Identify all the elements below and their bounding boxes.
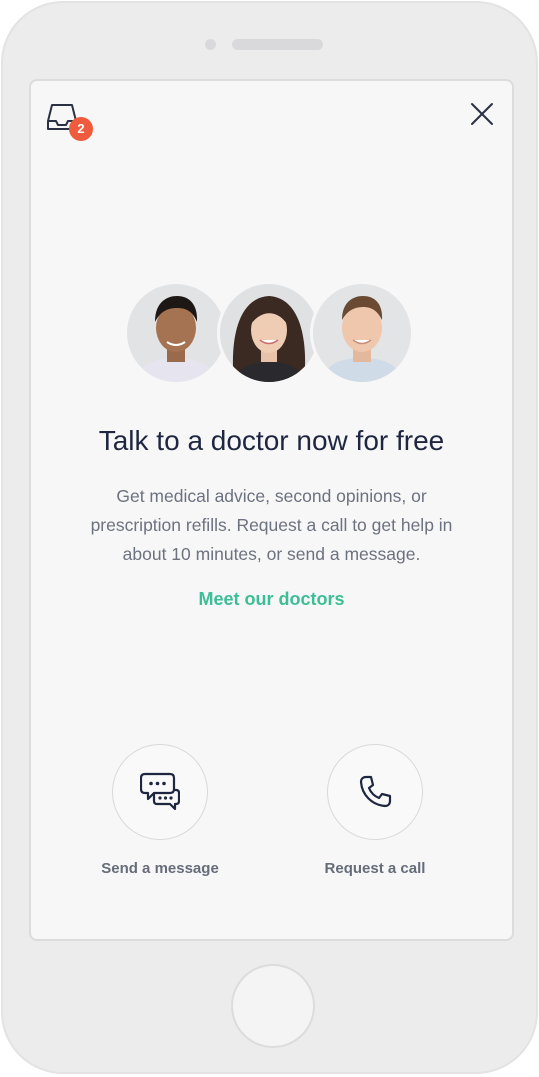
- request-call-button[interactable]: [327, 744, 423, 840]
- doctor-avatar: [217, 281, 321, 385]
- send-message-button[interactable]: [112, 744, 208, 840]
- doctor-avatar: [124, 281, 228, 385]
- send-message-label[interactable]: Send a message: [90, 860, 230, 877]
- close-icon: [471, 103, 493, 125]
- phone-icon: [359, 775, 392, 808]
- request-call-action: Request a call: [305, 744, 445, 877]
- doctor-avatar: [310, 281, 414, 385]
- page-description: Get medical advice, second opinions, or …: [90, 486, 453, 564]
- phone-frame: 2 Talk to a doctor now for free Get medi…: [1, 1, 538, 1074]
- meet-doctors-link[interactable]: Meet our doctors: [31, 589, 512, 610]
- doctor-avatars: [31, 281, 512, 385]
- speaker-grille: [232, 39, 323, 50]
- close-button[interactable]: [469, 101, 495, 131]
- home-button[interactable]: [231, 964, 315, 1048]
- page-title: Talk to a doctor now for free: [98, 425, 445, 456]
- camera-dot: [205, 39, 216, 50]
- app-screen: 2 Talk to a doctor now for free Get medi…: [29, 79, 514, 941]
- notification-badge: 2: [69, 117, 93, 141]
- send-message-action: Send a message: [90, 744, 230, 877]
- chat-bubbles-icon: [140, 772, 180, 811]
- request-call-label[interactable]: Request a call: [305, 860, 445, 877]
- inbox-button[interactable]: 2: [46, 103, 98, 145]
